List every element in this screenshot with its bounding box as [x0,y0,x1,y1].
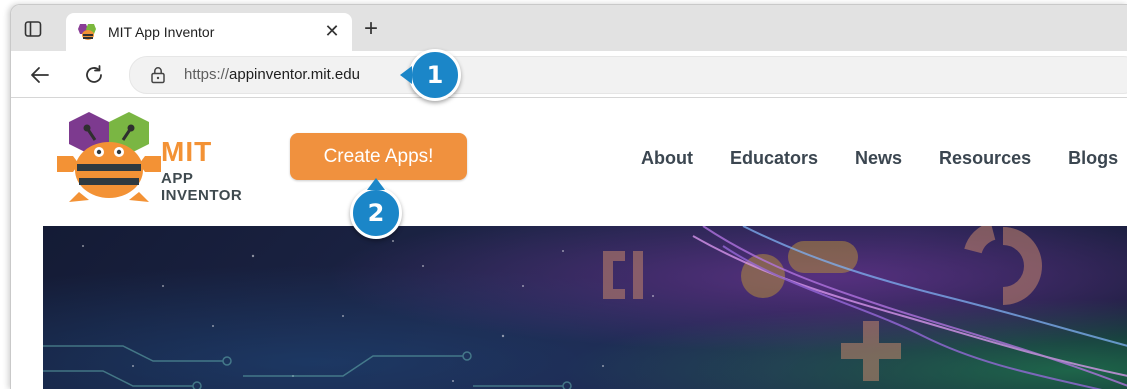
app-inventor-favicon [78,22,98,42]
plus-icon[interactable]: + [361,17,381,41]
sidebar-toggle-icon[interactable] [23,19,43,39]
tab-strip: MIT App Inventor ✕ + [11,5,1127,51]
hero-banner-image [43,226,1127,389]
url-protocol: https:// [184,66,230,83]
nav-link-educators[interactable]: Educators [730,148,818,169]
lock-icon[interactable] [150,66,166,84]
nav-link-blogs[interactable]: Blogs [1068,148,1118,169]
browser-window: MIT App Inventor ✕ + https://appinventor… [10,4,1127,389]
reload-icon[interactable] [83,64,105,86]
nav-link-news[interactable]: News [855,148,902,169]
callout-badge-2: 2 [350,178,402,239]
mit-app-inventor-logo[interactable]: MIT APP INVENTOR [43,112,273,204]
hero-artwork [43,226,1127,389]
navigation-bar: https://appinventor.mit.edu [11,51,1127,98]
address-bar[interactable]: https://appinventor.mit.edu [129,56,1127,94]
url-host: appinventor.mit.edu [229,66,360,83]
web-page: MIT APP INVENTOR Create Apps! About Educ… [11,98,1127,389]
logo-app-inventor-text: APP INVENTOR [161,170,243,204]
nav-link-resources[interactable]: Resources [939,148,1031,169]
tab-mit-app-inventor[interactable]: MIT App Inventor ✕ [66,13,352,51]
close-icon[interactable]: ✕ [322,21,342,41]
url-text: https://appinventor.mit.edu [184,66,360,83]
callout-badge-1: 1 [400,49,461,101]
back-arrow-icon[interactable] [29,64,51,86]
logo-mit-text: MIT [161,136,213,167]
create-apps-button[interactable]: Create Apps! [290,133,467,180]
site-navigation: About Educators News Resources Blogs [641,148,1127,169]
tab-title: MIT App Inventor [108,24,215,40]
nav-link-about[interactable]: About [641,148,693,169]
